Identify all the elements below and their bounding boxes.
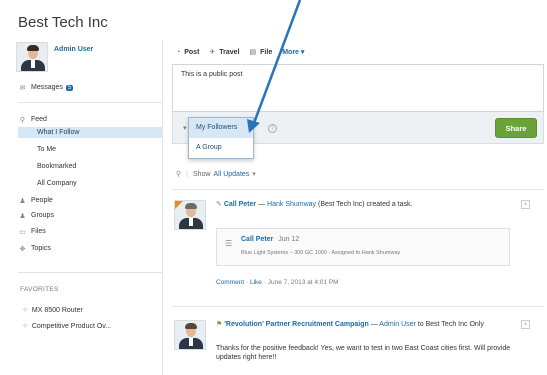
action-text: created a task. — [366, 201, 413, 208]
task-detail: Blue Light Systems – 300 GC 1000 · Assig… — [241, 250, 401, 256]
task-icon: ✎ — [216, 201, 222, 208]
close-icon[interactable]: × — [521, 200, 530, 209]
avatar[interactable] — [174, 200, 206, 230]
feed-item-header: ✎ Call Peter — Hank Shumway (Best Tech I… — [216, 200, 516, 209]
campaign-icon: ⚑ — [216, 321, 223, 328]
search-icon[interactable]: ⚲ — [176, 170, 181, 178]
author-link[interactable]: Admin User — [379, 321, 416, 328]
dash: — — [258, 201, 266, 208]
task-attachment: ☰ Call Peter Jun 12 Blue Light Systems –… — [216, 228, 510, 266]
company-text: (Best Tech Inc) — [318, 201, 365, 208]
avatar[interactable] — [174, 320, 206, 350]
like-link[interactable]: Like — [250, 279, 262, 286]
author-link[interactable]: Call Peter — [224, 201, 256, 208]
campaign-link[interactable]: 'Revolution' Partner Recruitment Campaig… — [224, 321, 369, 328]
target-text: Best Tech Inc Only — [425, 321, 484, 328]
post-message: Thanks for the positive feedback! Yes, w… — [216, 345, 511, 361]
feed-item-header: ⚑ 'Revolution' Partner Recruitment Campa… — [216, 320, 536, 329]
task-link[interactable]: Call Peter — [241, 236, 273, 243]
timestamp: June 7, 2013 at 4:01 PM — [267, 279, 339, 286]
task-heading: Call Peter Jun 12 — [241, 236, 299, 243]
user-link[interactable]: Hank Shumway — [267, 201, 316, 208]
feed-filter-bar: ⚲ | Show All Updates ▾ — [176, 170, 256, 179]
close-icon[interactable]: × — [521, 320, 530, 329]
task-corner-icon — [175, 201, 183, 209]
to-text: to — [417, 321, 424, 328]
task-list-icon: ☰ — [225, 239, 233, 248]
divider — [172, 189, 544, 190]
annotation-arrow — [247, 0, 302, 133]
show-label: Show — [192, 170, 211, 178]
divider — [172, 306, 544, 307]
separator: | — [186, 170, 188, 178]
feed-filter-select[interactable]: All Updates — [213, 171, 249, 178]
comment-link[interactable]: Comment — [216, 279, 244, 286]
dash: — — [370, 321, 378, 328]
feed-item-actions: Comment · Like · June 7, 2013 at 4:01 PM — [216, 279, 339, 286]
task-date: Jun 12 — [278, 236, 300, 243]
chevron-down-icon[interactable]: ▾ — [252, 170, 256, 178]
